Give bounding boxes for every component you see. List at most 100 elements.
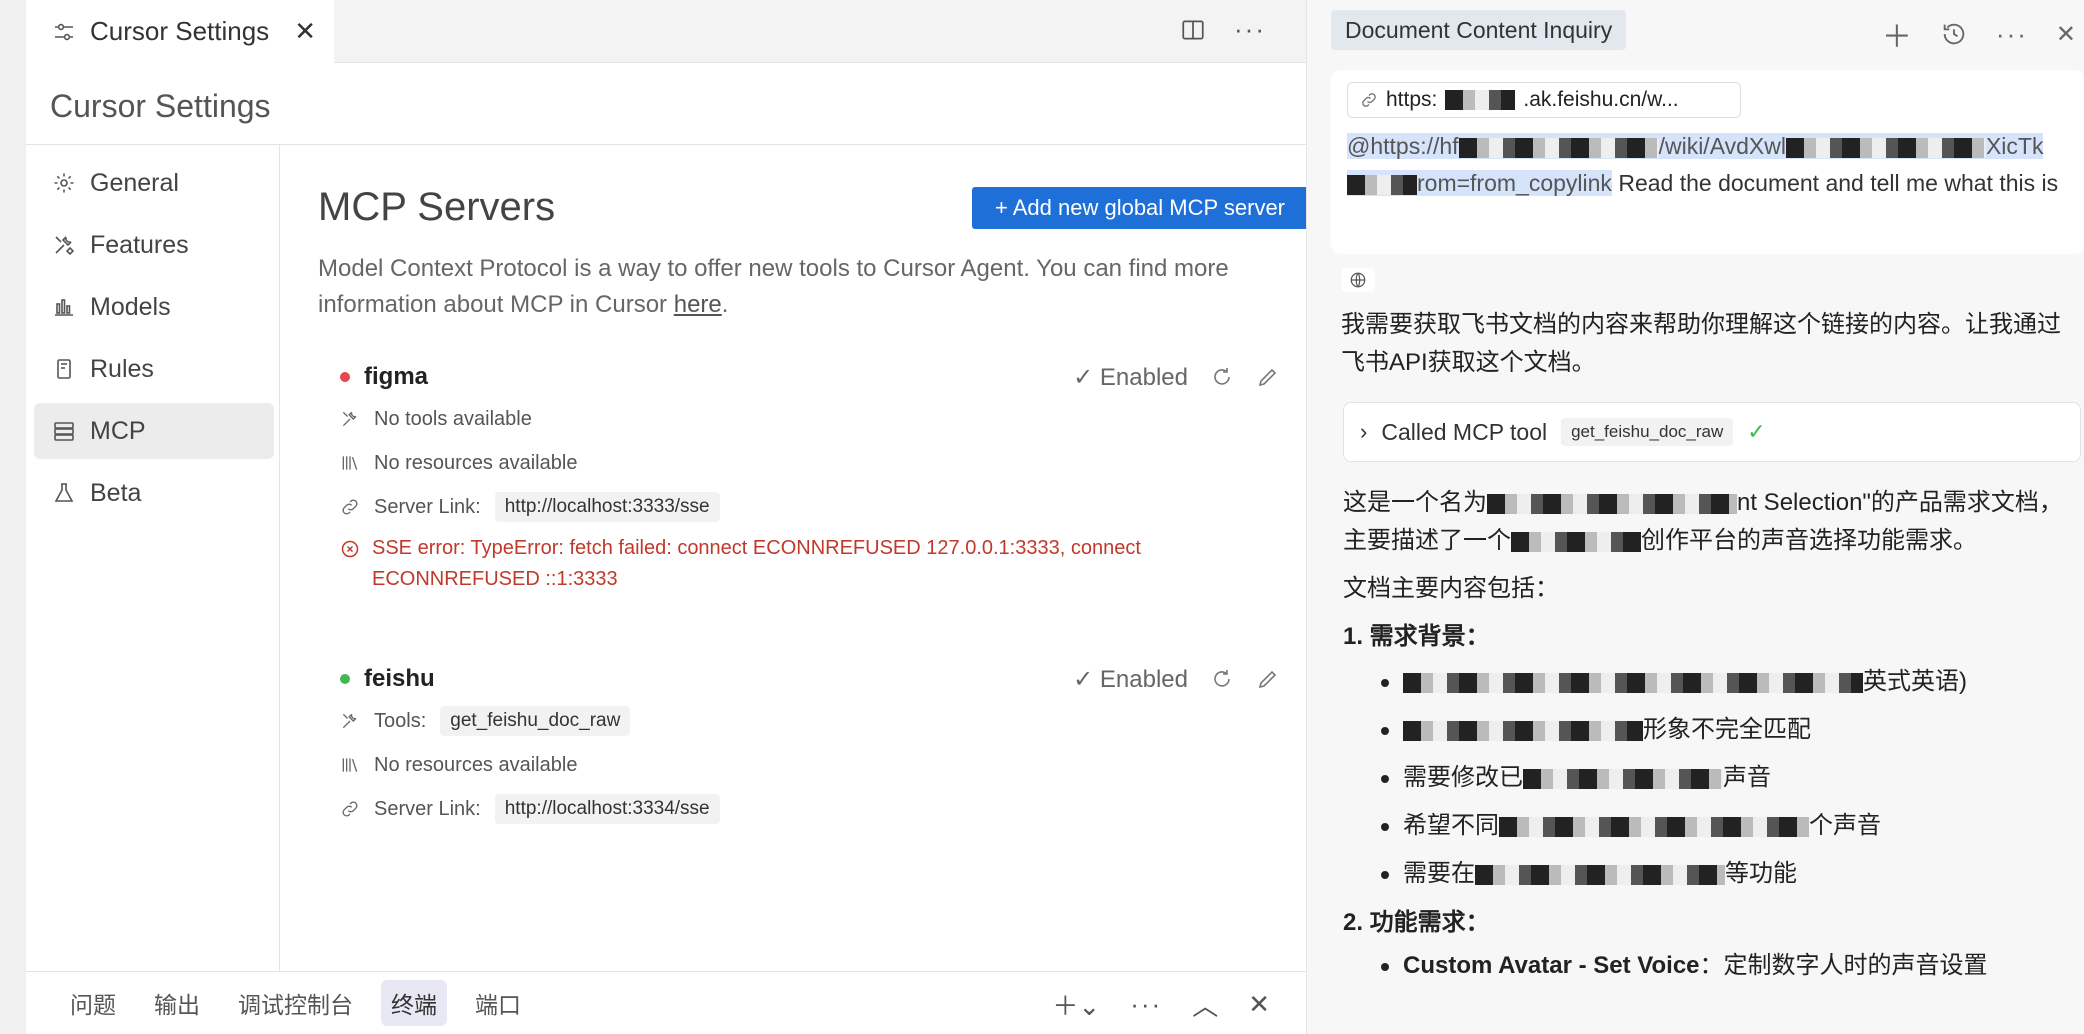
bullet-list: 英式英语) 形象不完全匹配 需要修改已 声音 希望不同 个声音 需要在 等功能 bbox=[1381, 658, 2083, 898]
assistant-intro: 我需要获取飞书文档的内容来帮助你理解这个链接的内容。让我通过飞书API获取这个文… bbox=[1341, 311, 2061, 376]
list-item: Custom Avatar - Set Voice：定制数字人时的声音设置 bbox=[1381, 942, 2083, 990]
maximize-panel-icon[interactable]: ︿ bbox=[1192, 986, 1218, 1023]
close-chat-icon[interactable]: ✕ bbox=[2056, 20, 2076, 49]
sidebar-item-label: Rules bbox=[90, 354, 154, 383]
tools-label: Tools: bbox=[374, 709, 427, 732]
chat-actions: ＋ ··· ✕ bbox=[1882, 12, 2076, 56]
sidebar-item-label: Models bbox=[90, 292, 171, 321]
error-text: SSE error: TypeError: fetch failed: conn… bbox=[372, 537, 1141, 590]
status-dot bbox=[340, 674, 350, 684]
list-item: 英式英语) bbox=[1381, 658, 2083, 706]
edit-icon[interactable] bbox=[1256, 365, 1280, 389]
globe-icon[interactable] bbox=[1341, 268, 1375, 292]
status-dot bbox=[340, 372, 350, 382]
tab-terminal[interactable]: 终端 bbox=[381, 980, 447, 1026]
redacted-block bbox=[1458, 137, 1659, 158]
chevron-right-icon: › bbox=[1360, 419, 1368, 444]
refresh-icon[interactable] bbox=[1210, 667, 1234, 691]
link-icon bbox=[340, 799, 360, 819]
tab-ports[interactable]: 端口 bbox=[465, 980, 531, 1026]
sidebar-item-label: Features bbox=[90, 230, 189, 259]
activity-gutter bbox=[0, 0, 26, 1034]
tool-call-label: Called MCP tool bbox=[1381, 418, 1548, 445]
enabled-toggle[interactable]: ✓ Enabled bbox=[1073, 363, 1188, 392]
library-icon bbox=[340, 453, 360, 473]
tools-icon bbox=[340, 711, 360, 731]
url-attachment-chip[interactable]: https: .ak.feishu.cn/w... bbox=[1347, 82, 1741, 118]
settings-sidebar: General Features Models Rules MCP Beta bbox=[26, 145, 280, 971]
tools-status: No tools available bbox=[374, 407, 532, 430]
tab-problems[interactable]: 问题 bbox=[60, 980, 126, 1026]
summary-paragraph: 这是一个名为 nt Selection"的产品需求文档，主要描述了一个 创作平台的声… bbox=[1343, 489, 2063, 554]
tab-label: Cursor Settings bbox=[90, 16, 270, 46]
list-item: 需要修改已 声音 bbox=[1381, 754, 2083, 802]
refresh-icon[interactable] bbox=[1210, 365, 1234, 389]
link-icon bbox=[340, 497, 360, 517]
user-message: https: .ak.feishu.cn/w... @https://hf/wi… bbox=[1331, 70, 2084, 254]
section-heading: 2. 功能需求： bbox=[1343, 909, 1490, 936]
tab-cursor-settings[interactable]: Cursor Settings ✕ bbox=[26, 0, 334, 63]
link-icon bbox=[1360, 91, 1378, 109]
tools-icon bbox=[52, 233, 76, 257]
close-panel-icon[interactable]: ✕ bbox=[1248, 989, 1270, 1020]
tab-actions: ··· bbox=[1180, 14, 1266, 45]
check-icon: ✓ bbox=[1747, 419, 1766, 444]
sidebar-item-models[interactable]: Models bbox=[34, 279, 274, 335]
tool-call-card[interactable]: › Called MCP tool get_feishu_doc_raw ✓ bbox=[1343, 402, 2081, 462]
split-editor-icon[interactable] bbox=[1180, 17, 1206, 43]
sidebar-item-general[interactable]: General bbox=[34, 155, 274, 211]
bullet-list: Custom Avatar - Set Voice：定制数字人时的声音设置 bbox=[1381, 942, 2083, 990]
sidebar-item-features[interactable]: Features bbox=[34, 217, 274, 273]
server-name: feishu bbox=[364, 665, 435, 692]
flask-icon bbox=[52, 481, 76, 505]
server-link[interactable]: http://localhost:3333/sse bbox=[494, 492, 720, 522]
new-terminal-icon[interactable]: ＋⌄ bbox=[1052, 986, 1100, 1023]
editor-tab-bar: Cursor Settings ✕ ··· bbox=[26, 0, 1306, 63]
page-title: Cursor Settings bbox=[50, 88, 271, 124]
chat-panel: Document Content Inquiry ＋ ··· ✕ https: … bbox=[1306, 0, 2084, 1034]
add-global-mcp-server-button[interactable]: + Add new global MCP server bbox=[972, 187, 1308, 229]
sidebar-item-label: MCP bbox=[90, 416, 146, 445]
more-actions-icon[interactable]: ··· bbox=[1130, 989, 1162, 1020]
history-icon[interactable] bbox=[1940, 20, 1968, 48]
library-icon bbox=[340, 755, 360, 775]
tool-call-name: get_feishu_doc_raw bbox=[1561, 418, 1734, 446]
enabled-toggle[interactable]: ✓ Enabled bbox=[1073, 665, 1188, 694]
tools-icon bbox=[340, 409, 360, 429]
tool-chip[interactable]: get_feishu_doc_raw bbox=[440, 706, 631, 736]
close-tab-icon[interactable]: ✕ bbox=[294, 16, 316, 47]
list-item: 需要在 等功能 bbox=[1381, 850, 2083, 898]
section-heading: 1. 需求背景： bbox=[1343, 623, 1490, 650]
tab-debug-console[interactable]: 调试控制台 bbox=[228, 980, 363, 1026]
sidebar-item-beta[interactable]: Beta bbox=[34, 465, 274, 521]
sidebar-item-mcp[interactable]: MCP bbox=[34, 403, 274, 459]
resources-status: No resources available bbox=[374, 451, 578, 474]
here-link[interactable]: here bbox=[674, 291, 722, 318]
mcp-server-figma: figma ✓ Enabled No tools available No re… bbox=[340, 357, 1280, 595]
more-actions-icon[interactable]: ··· bbox=[1234, 14, 1266, 45]
settings-sliders-icon bbox=[52, 20, 76, 44]
sidebar-item-label: General bbox=[90, 168, 179, 197]
edit-icon[interactable] bbox=[1256, 667, 1280, 691]
mcp-server-feishu: feishu ✓ Enabled Tools: get_feishu_doc_r… bbox=[340, 659, 1280, 831]
list-item: 形象不完全匹配 bbox=[1381, 706, 2083, 754]
more-actions-icon[interactable]: ··· bbox=[1996, 19, 2028, 50]
new-chat-icon[interactable]: ＋ bbox=[1882, 12, 1912, 56]
assistant-summary: 这是一个名为 nt Selection"的产品需求文档，主要描述了一个 创作平台的声… bbox=[1343, 484, 2083, 990]
url-chip-text: https: bbox=[1386, 88, 1438, 111]
redacted-block bbox=[1445, 90, 1516, 110]
summary-intro: 文档主要内容包括： bbox=[1343, 575, 1559, 602]
description-text: Model Context Protocol is a way to offer… bbox=[318, 255, 1229, 318]
bar-chart-icon bbox=[52, 295, 76, 319]
server-icon bbox=[52, 419, 76, 443]
tab-output[interactable]: 输出 bbox=[144, 980, 210, 1026]
error-icon bbox=[340, 539, 360, 595]
server-name: figma bbox=[364, 363, 429, 390]
chat-title[interactable]: Document Content Inquiry bbox=[1331, 10, 1627, 50]
book-icon bbox=[52, 357, 76, 381]
server-link-label: Server Link: bbox=[374, 797, 481, 820]
sidebar-item-rules[interactable]: Rules bbox=[34, 341, 274, 397]
list-item: 希望不同 个声音 bbox=[1381, 802, 2083, 850]
resources-status: No resources available bbox=[374, 753, 578, 776]
server-link[interactable]: http://localhost:3334/sse bbox=[494, 794, 720, 824]
